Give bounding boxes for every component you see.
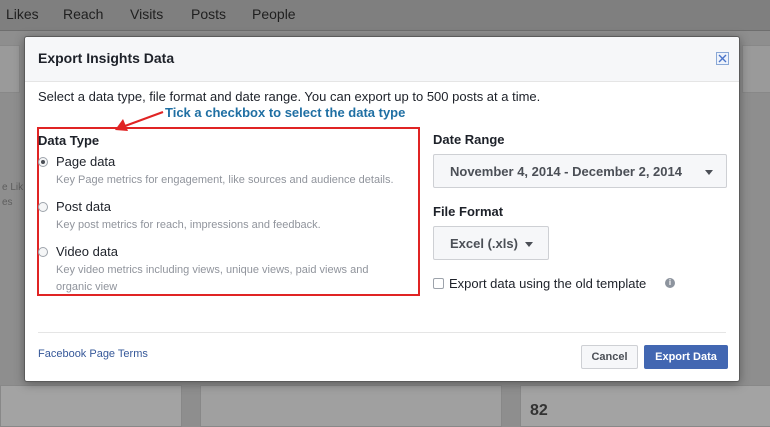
radio-button[interactable] (38, 247, 48, 257)
file-format-label: File Format (433, 204, 504, 219)
export-insights-dialog: Export Insights Data Select a data type,… (24, 36, 740, 382)
background-tab-bar: Likes Reach Visits Posts People (0, 0, 770, 31)
bg-stat-value: 82 (530, 402, 548, 419)
bg-panel-bottom (0, 385, 182, 427)
radio-description: Key post metrics for reach, impressions … (56, 219, 321, 231)
radio-description: Key video metrics including views, uniqu… (56, 264, 369, 293)
caret-down-icon (705, 170, 713, 175)
bg-tab-people[interactable]: People (252, 6, 296, 22)
caret-down-icon (525, 242, 533, 247)
bg-panel-right (742, 45, 770, 93)
bg-panel-left (0, 45, 20, 93)
bg-snippet: e Lik (2, 182, 24, 193)
data-type-label: Data Type (38, 133, 100, 148)
radio-label: Post data (56, 199, 111, 214)
bg-tab-reach[interactable]: Reach (63, 6, 103, 22)
info-icon[interactable]: i (665, 278, 675, 288)
bg-tab-visits[interactable]: Visits (130, 6, 163, 22)
file-format-dropdown[interactable]: Excel (.xls) (433, 226, 549, 260)
radio-description: Key Page metrics for engagement, like so… (56, 174, 394, 186)
close-icon (718, 54, 727, 63)
annotation-text: Tick a checkbox to select the data type (165, 105, 406, 120)
date-range-label: Date Range (433, 132, 505, 147)
radio-label: Video data (56, 244, 118, 259)
dialog-intro-text: Select a data type, file format and date… (38, 89, 541, 104)
footer-divider (38, 332, 726, 333)
bg-panel-bottom (520, 385, 770, 427)
radio-button[interactable] (38, 202, 48, 212)
dialog-header: Export Insights Data (25, 37, 739, 82)
close-button[interactable] (716, 52, 729, 65)
cancel-button[interactable]: Cancel (581, 345, 638, 369)
radio-label: Page data (56, 154, 116, 169)
old-template-label[interactable]: Export data using the old template (449, 276, 646, 291)
date-range-value: November 4, 2014 - December 2, 2014 (450, 164, 682, 179)
dialog-title: Export Insights Data (38, 50, 175, 66)
bg-tab-posts[interactable]: Posts (191, 6, 226, 22)
radio-button[interactable] (38, 157, 48, 167)
bg-panel-bottom (200, 385, 502, 427)
export-data-button[interactable]: Export Data (644, 345, 728, 369)
facebook-page-terms-link[interactable]: Facebook Page Terms (38, 348, 148, 360)
old-template-checkbox[interactable] (433, 278, 444, 289)
bg-tab-likes[interactable]: Likes (6, 6, 39, 22)
file-format-value: Excel (.xls) (450, 236, 518, 251)
date-range-dropdown[interactable]: November 4, 2014 - December 2, 2014 (433, 154, 727, 188)
bg-snippet: es (2, 197, 13, 208)
